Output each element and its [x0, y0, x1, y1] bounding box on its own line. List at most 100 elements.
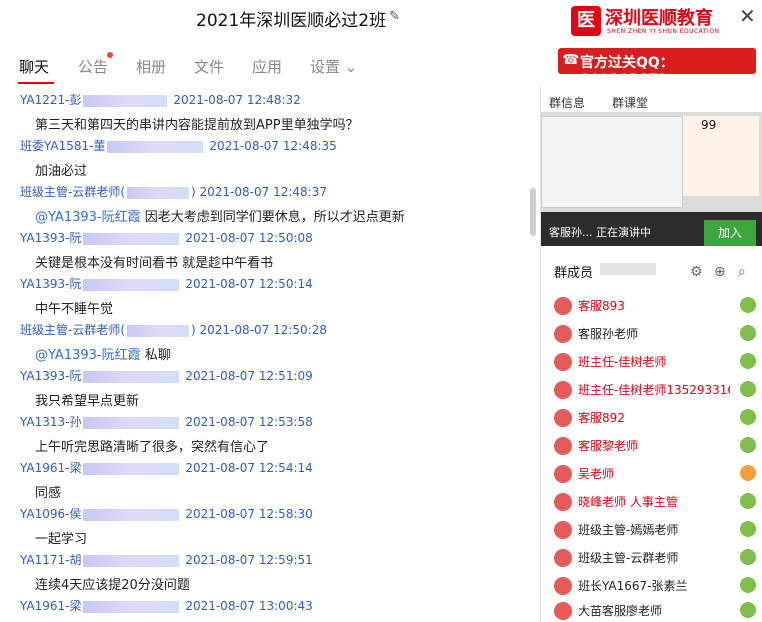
brand-logo-icon: 医: [571, 6, 601, 36]
tab-apps[interactable]: 应用: [252, 56, 282, 77]
member-name: 班主任-佳树老师135293316: [578, 383, 730, 397]
member-name: 客服893: [578, 299, 625, 313]
message-time: 2021-08-07 12:50:28: [199, 323, 327, 337]
sender-name[interactable]: YA1393-阮: [20, 277, 81, 291]
redacted-name: [83, 462, 180, 475]
member-item[interactable]: 客服892: [554, 407, 760, 429]
member-role-icon: [740, 521, 756, 537]
member-item[interactable]: 班级主管-嫣嫣老师: [554, 519, 760, 541]
member-item[interactable]: 班主任-佳树老师: [554, 351, 760, 373]
avatar: [554, 602, 572, 620]
sender-name[interactable]: YA1221-彭: [20, 93, 81, 107]
chat-scrollbar[interactable]: [530, 188, 536, 236]
message-header: YA1221-彭 2021-08-07 12:48:32: [20, 91, 301, 108]
sender-name[interactable]: YA1961-梁: [20, 599, 81, 613]
member-name: 班主任-佳树老师: [578, 355, 667, 369]
chat-message-list[interactable]: YA1221-彭 2021-08-07 12:48:32 第三天和第四天的串讲内…: [0, 88, 540, 622]
sender-name[interactable]: YA1096-侯: [20, 507, 81, 521]
member-item[interactable]: 班主任-佳树老师135293316: [554, 379, 760, 401]
member-name: 客服黎老师: [578, 439, 639, 453]
member-name: 班级主管-云群老师: [578, 551, 679, 565]
message-time: 2021-08-07 12:50:08: [185, 231, 313, 245]
title-bar: 2021年深圳医顺必过2班 ✎ 医 深圳医顺教育 SHEN ZHEN YI SH…: [0, 0, 762, 38]
avatar: [554, 437, 572, 455]
member-item[interactable]: 班级主管-云群老师: [554, 547, 760, 569]
message-header: 班委YA1581-董 2021-08-07 12:48:35: [20, 137, 337, 154]
close-icon[interactable]: ✕: [739, 4, 756, 28]
member-item[interactable]: 客服黎老师: [554, 435, 760, 457]
tab-files[interactable]: 文件: [194, 56, 224, 77]
video-caption: 客服孙... 正在演讲中: [549, 226, 651, 239]
sender-name[interactable]: YA1313-孙: [20, 415, 81, 429]
message-text: 中午不睡午觉: [35, 302, 114, 317]
message-text: 我只希望早点更新: [35, 394, 140, 409]
message-header: 班级主管-云群老师() 2021-08-07 12:50:28: [20, 323, 327, 337]
message-text: 一起学习: [35, 532, 88, 547]
redacted-name: [83, 554, 180, 567]
redacted-member-count: [600, 263, 656, 275]
avatar: [554, 409, 572, 427]
avatar: [554, 465, 572, 483]
member-item[interactable]: 客服893: [554, 295, 760, 317]
message-time: 2021-08-07 12:48:37: [199, 185, 327, 199]
add-member-icon[interactable]: ⊕: [714, 264, 726, 280]
message-text: 连续4天应该提20分没问题: [35, 578, 190, 593]
message-header: YA1171-胡 2021-08-07 12:59:51: [20, 551, 313, 568]
tab-chat[interactable]: 聊天: [19, 56, 49, 77]
message-header: YA1393-阮 2021-08-07 12:51:09: [20, 367, 313, 384]
member-item[interactable]: 班长YA1667-张素兰: [554, 575, 760, 597]
member-name: 晓峰老师 人事主管: [578, 495, 678, 509]
message-text: 关键是根本没有时间看书 就是趁中午看书: [35, 256, 274, 271]
sender-name[interactable]: 班级主管-云群老师(: [20, 323, 125, 337]
brand-subtitle: SHEN ZHEN YI SHUN EDUCATION: [607, 28, 720, 35]
join-button[interactable]: 加入: [704, 220, 756, 246]
tab-bar: 聊天 公告 相册 文件 应用 设置 ⌄: [0, 44, 540, 84]
member-name: 客服孙老师: [578, 327, 639, 341]
tab-settings[interactable]: 设置 ⌄: [310, 56, 357, 77]
phone-icon: ☎: [562, 52, 580, 68]
pencil-icon[interactable]: ✎: [389, 9, 400, 24]
sender-name[interactable]: YA1393-阮: [20, 231, 81, 245]
member-role-icon: [740, 325, 756, 341]
member-role-icon: [740, 409, 756, 425]
mention-link[interactable]: @YA1393-阮红霞: [35, 210, 141, 225]
member-name: 大苗客服廖老师: [578, 604, 663, 618]
tab-album[interactable]: 相册: [136, 56, 166, 77]
member-item[interactable]: 客服孙老师: [554, 323, 760, 345]
sender-name[interactable]: YA1393-阮: [20, 369, 81, 383]
message-time: 2021-08-07 12:54:14: [185, 461, 313, 475]
avatar: [554, 325, 572, 343]
member-role-icon: [740, 465, 756, 481]
member-role-icon: [740, 437, 756, 453]
message-text-content: 私聊: [140, 348, 171, 363]
sender-name[interactable]: YA1171-胡: [20, 553, 81, 567]
redacted-name: [127, 324, 190, 337]
live-classroom-preview[interactable]: 99 客服孙... 正在演讲中 加入: [541, 112, 762, 246]
message-time: 2021-08-07 12:51:09: [185, 369, 313, 383]
member-role-icon: [740, 602, 756, 618]
tab-group-info[interactable]: 群信息: [549, 94, 585, 111]
message-text-content: 因老大考虑到同学们要休息，所以才迟点更新: [140, 210, 405, 225]
redacted-name: [83, 94, 168, 107]
sender-name[interactable]: YA1961-梁: [20, 461, 81, 475]
avatar: [554, 353, 572, 371]
sender-name[interactable]: 班委YA1581-董: [20, 139, 105, 153]
search-member-icon[interactable]: ⌕: [738, 264, 746, 280]
message-text: 加油必过: [35, 164, 88, 179]
tab-announcement[interactable]: 公告: [78, 56, 108, 77]
viewer-count: 99: [701, 118, 717, 132]
member-role-icon: [740, 577, 756, 593]
message-time: 2021-08-07 12:53:58: [185, 415, 313, 429]
message-header: YA1961-梁 2021-08-07 12:54:14: [20, 459, 313, 476]
sender-name[interactable]: 班级主管-云群老师(: [20, 185, 125, 199]
tab-group-classroom[interactable]: 群课堂: [612, 94, 648, 111]
redacted-name: [83, 278, 180, 291]
mention-link[interactable]: @YA1393-阮红霞: [35, 348, 141, 363]
member-item[interactable]: 大苗客服廖老师: [554, 600, 760, 622]
member-item[interactable]: 晓峰老师 人事主管: [554, 491, 760, 513]
member-item[interactable]: 吴老师: [554, 463, 760, 485]
redacted-name: [127, 186, 190, 199]
member-manage-icon[interactable]: ⚙: [690, 264, 703, 280]
message-header: 班级主管-云群老师() 2021-08-07 12:48:37: [20, 185, 327, 199]
presentation-side-panel: [683, 116, 759, 196]
